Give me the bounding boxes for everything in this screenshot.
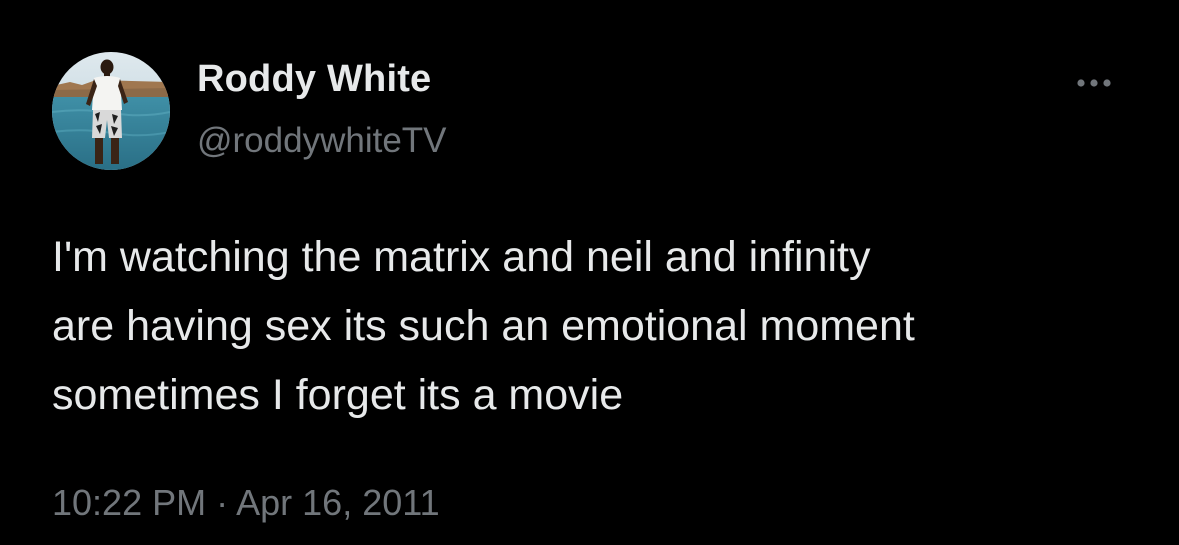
avatar[interactable] [52,52,170,170]
more-horizontal-icon [1077,79,1111,87]
tweet-card: Roddy White @roddywhiteTV I'm watching t… [0,0,1179,545]
more-options-button[interactable] [1068,68,1128,98]
timestamp-date[interactable]: Apr 16, 2011 [236,482,439,523]
timestamp-time[interactable]: 10:22 PM [52,482,206,523]
tweet-text-line: I'm watching the matrix and neil and inf… [52,233,871,281]
tweet-text: I'm watching the matrix and neil and inf… [52,223,1152,430]
profile-photo-icon [52,52,170,170]
tweet-text-line: sometimes I forget its a movie [52,371,624,419]
user-handle[interactable]: @roddywhiteTV [197,121,447,161]
tweet-timestamp: 10:22 PM · Apr 16, 2011 [52,482,440,524]
display-name[interactable]: Roddy White [197,58,431,101]
timestamp-separator: · [216,482,229,523]
tweet-text-line: are having sex its such an emotional mom… [52,302,915,350]
